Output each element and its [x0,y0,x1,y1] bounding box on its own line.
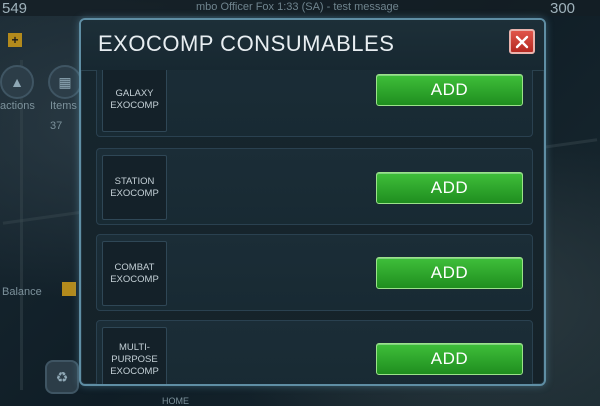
close-button[interactable] [509,29,535,54]
add-button[interactable]: ADD [376,343,523,375]
list-item-multi-purpose-exocomp: MULTI- PURPOSE EXOCOMP ADD [96,320,533,384]
resource-count-right: 300 [550,0,576,17]
items-count: 37 [50,120,63,132]
exocomp-consumables-dialog: EXOCOMP CONSUMABLES GALAXY EXOCOMP ADD S… [79,18,546,386]
add-button[interactable]: ADD [376,172,523,204]
item-label: MULTI- PURPOSE EXOCOMP [110,341,159,377]
list-item-station-exocomp: STATION EXOCOMP ADD [96,148,533,225]
add-button[interactable]: ADD [376,257,523,289]
dialog-title: EXOCOMP CONSUMABLES [98,31,395,56]
gold-icon [62,282,76,296]
plus-icon[interactable]: + [8,33,22,47]
add-button[interactable]: ADD [376,74,523,106]
item-label: STATION EXOCOMP [110,175,159,199]
item-tile[interactable]: COMBAT EXOCOMP [102,241,167,306]
actions-label: actions [0,100,35,112]
item-label: COMBAT EXOCOMP [110,261,159,285]
consumables-list[interactable]: GALAXY EXOCOMP ADD STATION EXOCOMP ADD C… [81,70,544,384]
x-icon [515,35,529,48]
dialog-header: EXOCOMP CONSUMABLES [81,20,544,71]
item-label: GALAXY EXOCOMP [110,87,159,111]
arrow-up-icon[interactable]: ▲ [0,65,34,99]
resource-count-left: 549 [2,0,28,17]
item-tile[interactable]: MULTI- PURPOSE EXOCOMP [102,327,167,384]
item-tile[interactable]: STATION EXOCOMP [102,155,167,220]
list-item-combat-exocomp: COMBAT EXOCOMP ADD [96,234,533,311]
balance-label: Balance [2,286,42,298]
list-item-galaxy-exocomp: GALAXY EXOCOMP ADD [96,70,533,137]
chat-message: mbo Officer Fox 1:33 (SA) - test message [196,1,399,13]
home-label[interactable]: HOME [162,396,189,406]
grid-icon[interactable]: ▦ [48,65,82,99]
item-tile[interactable]: GALAXY EXOCOMP [102,70,167,132]
recycle-icon[interactable]: ♻ [45,360,79,394]
items-label: Items [50,100,77,112]
top-bar: 549 mbo Officer Fox 1:33 (SA) - test mes… [0,0,600,17]
